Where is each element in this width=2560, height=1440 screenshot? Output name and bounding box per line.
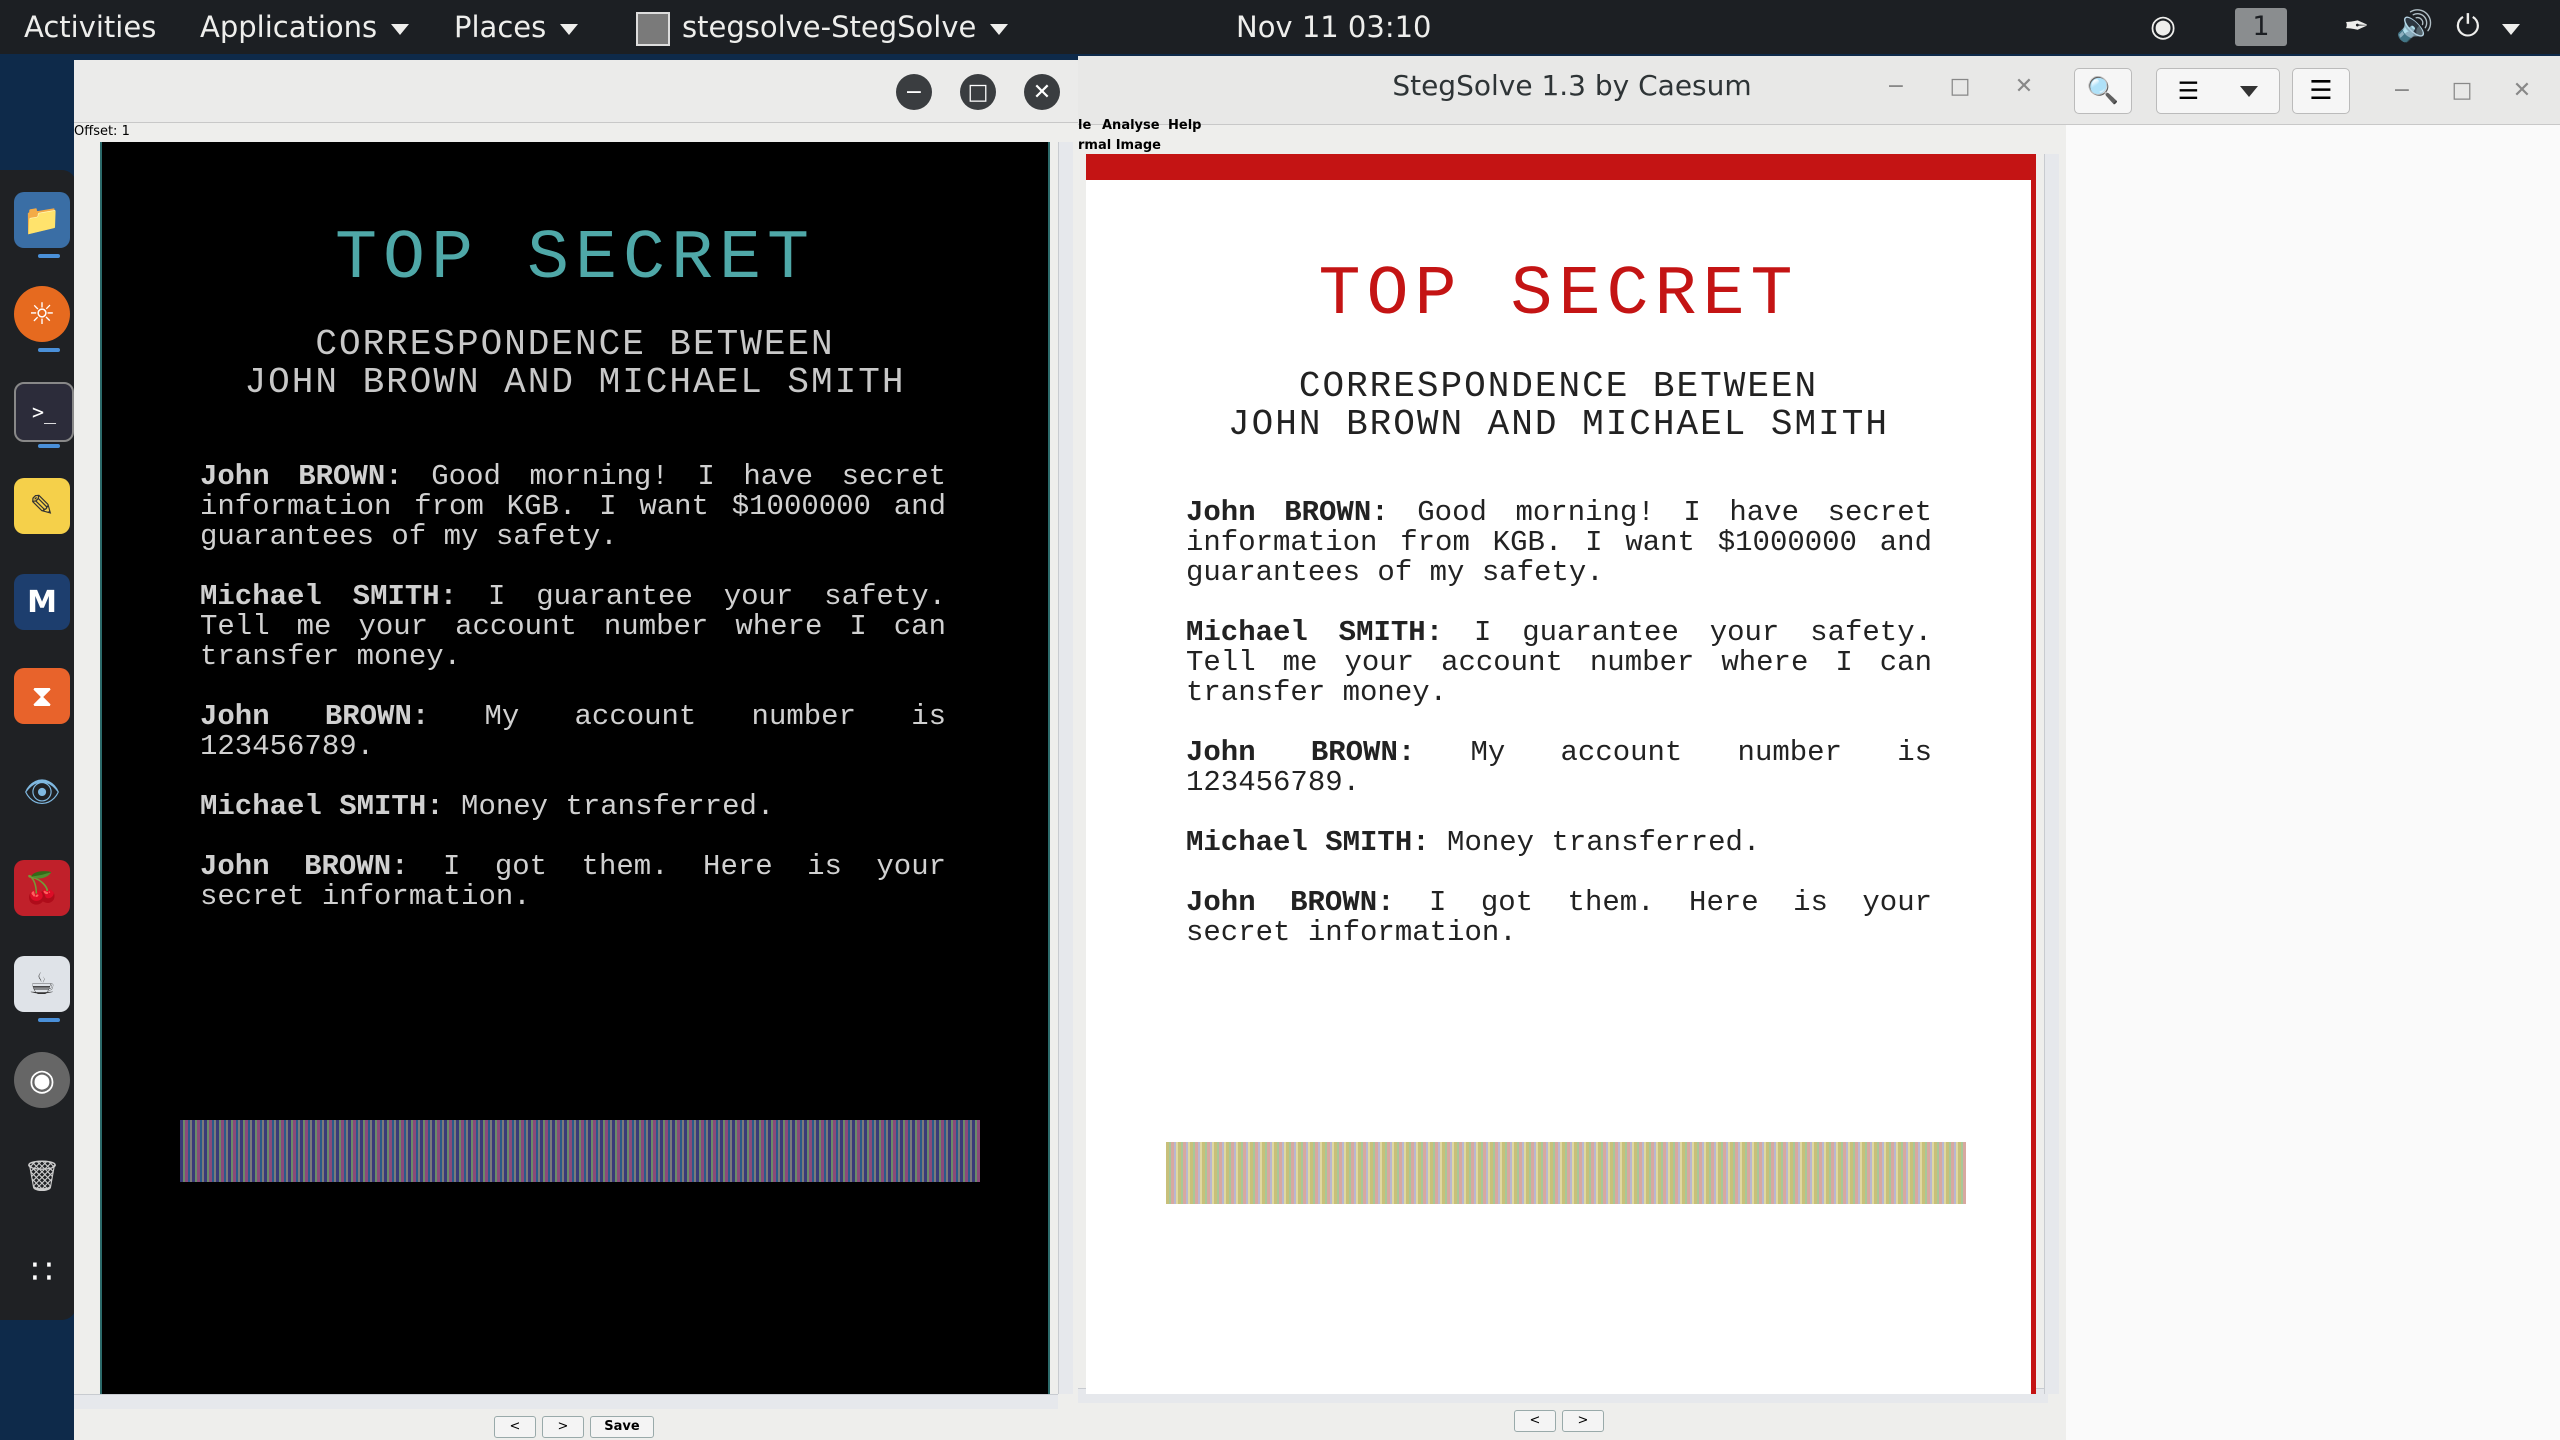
text-editor-icon[interactable]: ✎ — [14, 478, 70, 534]
message-2: Michael SMITH: I guarantee your safety. … — [1186, 618, 1932, 708]
terminal-icon[interactable]: >_ — [14, 382, 74, 442]
message-text: Money transferred. — [461, 790, 775, 823]
firefox-icon[interactable]: ☼ — [14, 286, 70, 342]
volume-icon[interactable]: 🔊 — [2396, 0, 2433, 54]
left-window-titlebar[interactable]: − □ ✕ — [74, 60, 1078, 123]
message-4: Michael SMITH: Money transferred. — [200, 792, 946, 822]
eye-icon[interactable]: 👁 — [14, 764, 70, 820]
top-bar: Activities Applications Places stegsolve… — [0, 0, 2560, 54]
system-menu[interactable] — [2488, 0, 2520, 54]
message-3: John BROWN: My account number is 1234567… — [1186, 738, 1932, 798]
doc-title: TOP SECRET — [334, 220, 816, 299]
pen-indicator-icon[interactable]: ✒ — [2344, 0, 2369, 54]
places-label: Places — [454, 10, 547, 44]
message-1: John BROWN: Good morning! I have secret … — [200, 462, 946, 552]
workspace-indicator[interactable]: 1 — [2235, 8, 2287, 46]
stegsolve-app-icon — [636, 12, 670, 46]
right-vertical-scrollbar[interactable] — [2044, 154, 2059, 1394]
message-speaker: John BROWN: — [1186, 496, 1389, 529]
chevron-down-icon — [2502, 23, 2520, 35]
file-manager-headerbar[interactable]: 🔍 ☰ ☰ − □ ✕ — [2066, 56, 2560, 125]
activities-button[interactable]: Activities — [24, 0, 156, 54]
message-speaker: Michael SMITH: — [200, 790, 444, 823]
java-icon[interactable]: ☕ — [14, 956, 70, 1012]
list-view-icon: ☰ — [2177, 77, 2200, 105]
message-speaker: John BROWN: — [1186, 736, 1416, 769]
clock[interactable]: Nov 11 03:10 — [1236, 0, 1432, 54]
chevron-down-icon — [391, 23, 410, 35]
burpsuite-icon[interactable]: ⧗ — [14, 668, 70, 724]
menu-file[interactable]: le — [1078, 118, 1091, 133]
close-icon[interactable]: ✕ — [2504, 72, 2540, 108]
horizontal-scrollbar[interactable] — [74, 1394, 1058, 1409]
minimize-icon[interactable]: − — [1878, 68, 1914, 104]
doc-subtitle-line1: CORRESPONDENCE BETWEEN — [315, 324, 835, 365]
maximize-icon[interactable]: □ — [960, 74, 996, 110]
maximize-icon[interactable]: □ — [2444, 72, 2480, 108]
dock: 📁 ☼ >_ ✎ M ⧗ 👁 🍒 ☕ ◉ 🗑 ∷ — [0, 170, 76, 1320]
disc-icon[interactable]: ◉ — [14, 1052, 70, 1108]
chevron-down-icon — [560, 23, 579, 35]
right-document-image: TOP SECRET CORRESPONDENCE BETWEEN JOHN B… — [1086, 154, 2036, 1394]
close-icon[interactable]: ✕ — [2006, 68, 2042, 104]
camera-indicator-icon[interactable]: ◉ — [2150, 0, 2176, 54]
trash-icon[interactable]: 🗑 — [14, 1148, 70, 1204]
minimize-icon[interactable]: − — [896, 74, 932, 110]
app-grid-icon[interactable]: ∷ — [14, 1244, 70, 1300]
message-speaker: John BROWN: — [200, 700, 430, 733]
message-speaker: Michael SMITH: — [1186, 616, 1444, 649]
hamburger-menu-icon[interactable]: ☰ — [2292, 68, 2350, 114]
message-speaker: Michael SMITH: — [200, 580, 458, 613]
left-vertical-scrollbar[interactable] — [1058, 142, 1073, 1394]
doc-subtitle-line2: JOHN BROWN AND MICHAEL SMITH — [1228, 404, 1889, 445]
main-window-titlebar[interactable]: StegSolve 1.3 by Caesum − □ ✕ — [1078, 56, 2066, 125]
minimize-icon[interactable]: − — [2384, 72, 2420, 108]
noise-strip — [180, 1120, 980, 1182]
chevron-down-icon — [2240, 85, 2259, 97]
metasploit-icon[interactable]: M — [14, 574, 70, 630]
doc-subtitle-line1: CORRESPONDENCE BETWEEN — [1298, 366, 1819, 407]
menu-analyse[interactable]: Analyse — [1102, 118, 1160, 133]
next-button[interactable]: > — [1562, 1410, 1604, 1432]
maximize-icon[interactable]: □ — [1942, 68, 1978, 104]
offset-label: Offset: 1 — [74, 124, 130, 139]
menu-help[interactable]: Help — [1168, 118, 1201, 133]
cherrytree-icon[interactable]: 🍒 — [14, 860, 70, 916]
search-icon[interactable]: 🔍 — [2074, 68, 2132, 114]
message-speaker: John BROWN: — [200, 850, 409, 883]
window-title: StegSolve 1.3 by Caesum — [1392, 69, 1752, 102]
message-4: Michael SMITH: Money transferred. — [1186, 828, 1932, 858]
chevron-down-icon — [990, 23, 1009, 35]
message-speaker: John BROWN: — [1186, 886, 1395, 919]
message-5: John BROWN: I got them. Here is your sec… — [1186, 888, 1932, 948]
prev-button[interactable]: < — [1514, 1410, 1556, 1432]
next-button[interactable]: > — [542, 1416, 584, 1438]
file-manager-window: 🔍 ☰ ☰ − □ ✕ — [2066, 56, 2560, 1440]
app-menu-label: stegsolve-StegSolve — [682, 10, 977, 44]
power-icon[interactable]: ⏻ — [2456, 0, 2480, 54]
applications-menu[interactable]: Applications — [200, 0, 410, 54]
save-button[interactable]: Save — [590, 1416, 654, 1438]
activities-label: Activities — [24, 10, 157, 44]
message-1: John BROWN: Good morning! I have secret … — [1186, 498, 1932, 588]
close-icon[interactable]: ✕ — [1024, 74, 1060, 110]
message-speaker: Michael SMITH: — [1186, 826, 1430, 859]
mode-label: rmal Image — [1078, 138, 1161, 153]
message-3: John BROWN: My account number is 1234567… — [200, 702, 946, 762]
message-5: John BROWN: I got them. Here is your sec… — [200, 852, 946, 912]
app-menu[interactable]: stegsolve-StegSolve — [636, 0, 1009, 54]
view-options-button[interactable]: ☰ — [2156, 68, 2280, 114]
left-document-image: TOP SECRET CORRESPONDENCE BETWEEN JOHN B… — [100, 142, 1050, 1394]
doc-subtitle-line2: JOHN BROWN AND MICHAEL SMITH — [244, 362, 906, 403]
message-text: Money transferred. — [1447, 826, 1761, 859]
prev-button[interactable]: < — [494, 1416, 536, 1438]
applications-label: Applications — [200, 10, 378, 44]
files-icon[interactable]: 📁 — [14, 192, 70, 248]
places-menu[interactable]: Places — [454, 0, 579, 54]
doc-title: TOP SECRET — [1318, 256, 1799, 335]
message-speaker: John BROWN: — [200, 460, 403, 493]
clock-label: Nov 11 03:10 — [1236, 10, 1432, 44]
noise-strip — [1166, 1142, 1966, 1204]
message-2: Michael SMITH: I guarantee your safety. … — [200, 582, 946, 672]
